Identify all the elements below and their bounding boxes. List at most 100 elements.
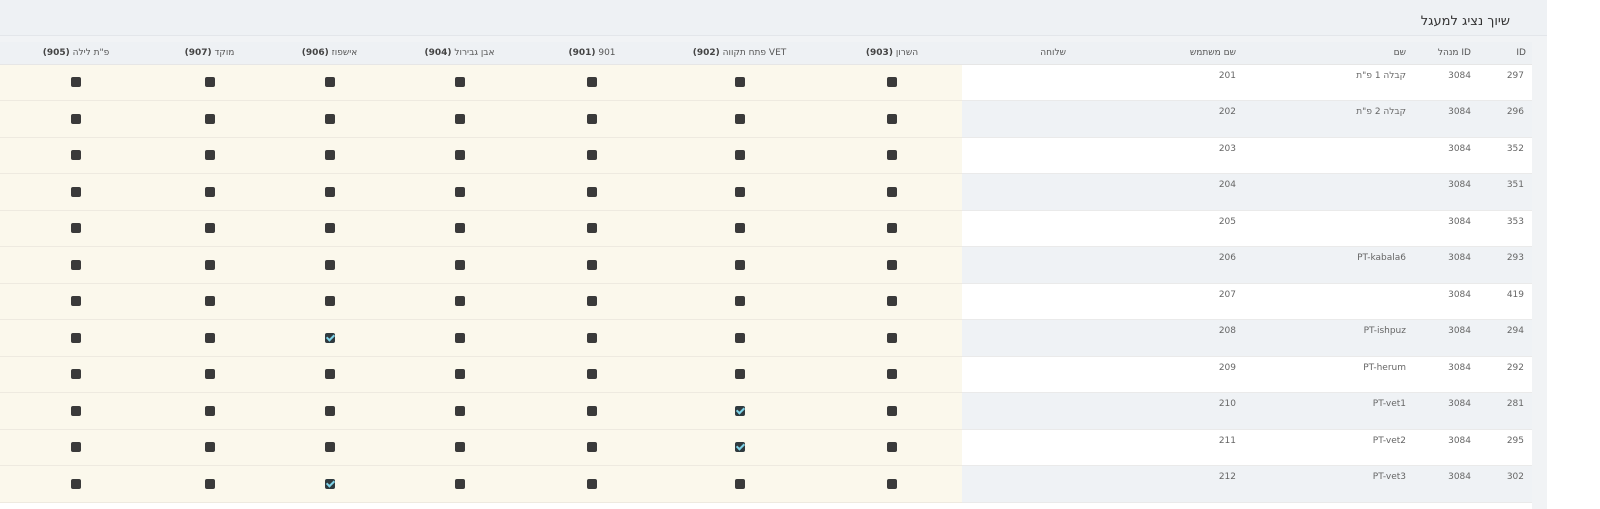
- assignment-checkbox[interactable]: [204, 223, 215, 233]
- assignment-checkbox[interactable]: [587, 332, 597, 343]
- assignment-checkbox[interactable]: [887, 442, 897, 452]
- assignment-checkbox[interactable]: [71, 223, 81, 233]
- assignment-checkbox[interactable]: [204, 259, 215, 270]
- circle-assignment-cell: [0, 100, 152, 138]
- row-name-cell: PT-kabala6: [1242, 246, 1412, 284]
- assignment-checkbox[interactable]: [587, 405, 597, 416]
- assignment-checkbox[interactable]: [454, 405, 465, 416]
- assignment-checkbox[interactable]: [587, 478, 597, 489]
- assignment-checkbox[interactable]: [71, 259, 81, 270]
- assignment-checkbox[interactable]: [734, 332, 745, 343]
- assignment-checkbox[interactable]: [71, 113, 81, 124]
- row-username-cell: 211: [1072, 429, 1242, 466]
- assignment-checkbox[interactable]: [887, 296, 897, 306]
- row-name-cell: PT-vet2: [1242, 429, 1412, 466]
- assignment-checkbox[interactable]: [204, 150, 215, 160]
- assignment-checkbox[interactable]: [324, 77, 335, 87]
- assignment-checkbox[interactable]: [324, 296, 335, 306]
- assignment-checkbox[interactable]: [71, 296, 81, 306]
- assignment-checkbox[interactable]: [324, 369, 335, 379]
- circle-assignment-cell: [527, 319, 657, 357]
- assignment-checkbox[interactable]: [887, 77, 897, 87]
- assignment-checkbox[interactable]: [587, 442, 597, 452]
- assignment-checkbox[interactable]: [204, 442, 215, 452]
- assignment-checkbox[interactable]: [454, 150, 465, 160]
- assignment-checkbox-checked[interactable]: [734, 442, 745, 452]
- assignment-checkbox[interactable]: [204, 332, 215, 343]
- assignment-checkbox[interactable]: [71, 332, 81, 343]
- assignment-checkbox[interactable]: [887, 478, 897, 489]
- assignment-checkbox[interactable]: [887, 113, 897, 124]
- assignment-checkbox-checked[interactable]: [734, 405, 745, 416]
- assignment-checkbox[interactable]: [204, 478, 215, 489]
- col-header-name: שם: [1242, 42, 1412, 65]
- assignment-checkbox[interactable]: [324, 223, 335, 233]
- assignment-checkbox[interactable]: [887, 223, 897, 233]
- assignment-checkbox[interactable]: [587, 77, 597, 87]
- assignment-checkbox[interactable]: [734, 223, 745, 233]
- assignment-checkbox[interactable]: [454, 369, 465, 379]
- circle-assignment-cell: [392, 319, 527, 357]
- row-extension-cell: [962, 173, 1072, 211]
- assignment-checkbox[interactable]: [587, 259, 597, 270]
- assignment-checkbox[interactable]: [324, 442, 335, 452]
- assignment-checkbox[interactable]: [71, 405, 81, 416]
- assignment-checkbox[interactable]: [454, 113, 465, 124]
- page-title: שיוך נציג למעגל: [1420, 14, 1510, 29]
- assignment-checkbox[interactable]: [454, 442, 465, 452]
- assignment-checkbox[interactable]: [587, 186, 597, 197]
- assignment-checkbox[interactable]: [71, 77, 81, 87]
- assignment-checkbox[interactable]: [324, 150, 335, 160]
- assignment-checkbox[interactable]: [324, 186, 335, 197]
- row-id-cell: 294: [1477, 319, 1532, 357]
- assignment-checkbox[interactable]: [204, 77, 215, 87]
- assignment-checkbox-checked[interactable]: [324, 478, 335, 489]
- assignment-checkbox[interactable]: [587, 113, 597, 124]
- assignment-checkbox[interactable]: [587, 296, 597, 306]
- page-scrollbar[interactable]: [1585, 0, 1600, 509]
- circle-assignment-cell: [267, 137, 392, 174]
- assignment-checkbox[interactable]: [454, 296, 465, 306]
- assignment-checkbox[interactable]: [454, 478, 465, 489]
- assignment-checkbox[interactable]: [734, 259, 745, 270]
- assignment-checkbox[interactable]: [71, 150, 81, 160]
- assignment-checkbox[interactable]: [587, 223, 597, 233]
- assignment-checkbox[interactable]: [887, 186, 897, 197]
- row-extension-cell: [962, 137, 1072, 174]
- assignment-checkbox[interactable]: [204, 369, 215, 379]
- assignment-checkbox[interactable]: [71, 369, 81, 379]
- assignment-checkbox[interactable]: [734, 369, 745, 379]
- assignment-checkbox[interactable]: [454, 332, 465, 343]
- assignment-checkbox[interactable]: [71, 186, 81, 197]
- assignment-checkbox[interactable]: [324, 405, 335, 416]
- assignment-checkbox[interactable]: [887, 332, 897, 343]
- assignment-checkbox[interactable]: [454, 223, 465, 233]
- assignment-checkbox[interactable]: [734, 113, 745, 124]
- assignment-checkbox[interactable]: [887, 150, 897, 160]
- assignment-checkbox[interactable]: [71, 478, 81, 489]
- assignment-checkbox[interactable]: [454, 186, 465, 197]
- assignment-checkbox[interactable]: [734, 150, 745, 160]
- assignment-checkbox[interactable]: [204, 405, 215, 416]
- assignment-checkbox[interactable]: [734, 186, 745, 197]
- assignment-checkbox[interactable]: [587, 150, 597, 160]
- assignment-checkbox[interactable]: [454, 259, 465, 270]
- assignment-checkbox[interactable]: [204, 113, 215, 124]
- assignment-checkbox[interactable]: [887, 405, 897, 416]
- assignment-checkbox-checked[interactable]: [324, 332, 335, 343]
- assignment-checkbox[interactable]: [587, 369, 597, 379]
- assignment-checkbox[interactable]: [324, 259, 335, 270]
- assignment-checkbox[interactable]: [204, 296, 215, 306]
- assignment-checkbox[interactable]: [324, 113, 335, 124]
- assignment-checkbox[interactable]: [734, 77, 745, 87]
- assignment-checkbox[interactable]: [734, 478, 745, 489]
- row-username-cell: 203: [1072, 137, 1242, 174]
- assignment-checkbox[interactable]: [887, 369, 897, 379]
- assignment-checkbox[interactable]: [71, 442, 81, 452]
- circle-assignment-cell: [152, 137, 267, 174]
- assignment-checkbox[interactable]: [454, 77, 465, 87]
- row-id-cell: 297: [1477, 64, 1532, 101]
- assignment-checkbox[interactable]: [887, 259, 897, 270]
- assignment-checkbox[interactable]: [734, 296, 745, 306]
- assignment-checkbox[interactable]: [204, 186, 215, 197]
